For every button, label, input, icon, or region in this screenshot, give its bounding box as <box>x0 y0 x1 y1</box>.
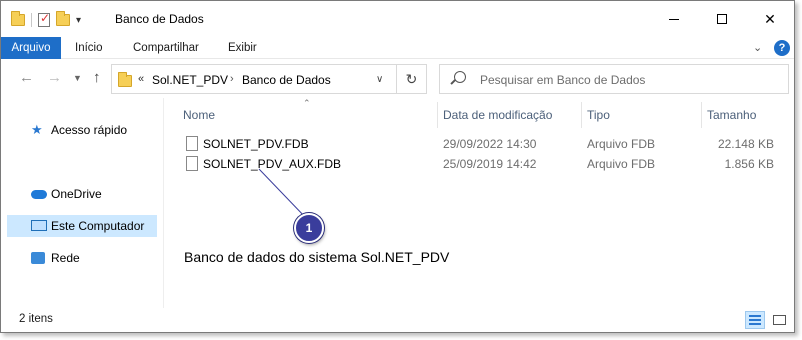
breadcrumb-overflow[interactable]: « <box>138 73 144 85</box>
quick-access-toolbar: ▾ <box>11 11 81 29</box>
column-divider[interactable] <box>437 102 438 128</box>
large-icons-view-icon <box>773 315 786 325</box>
large-icons-view-button[interactable] <box>769 311 789 329</box>
file-name: SOLNET_PDV.FDB <box>203 137 309 151</box>
column-divider[interactable] <box>701 102 702 128</box>
file-size: 22.148 KB <box>717 137 774 151</box>
expand-ribbon-chevron-icon[interactable]: ⌄ <box>753 41 762 54</box>
tab-inicio[interactable]: Início <box>75 37 103 59</box>
annotation-caption: Banco de dados do sistema Sol.NET_PDV <box>184 249 450 265</box>
sidebar-item-este-computador[interactable]: Este Computador <box>7 215 157 237</box>
sidebar-item-onedrive[interactable]: OneDrive <box>7 183 157 205</box>
network-icon <box>31 252 45 264</box>
navigation-row: ← → ▼ ↑ « Sol.NET_PDV › Banco de Dados ∨… <box>1 60 794 98</box>
column-header-name[interactable]: Nome <box>183 102 215 128</box>
toolbar-divider <box>31 13 32 27</box>
star-icon: ★ <box>31 122 43 137</box>
new-folder-icon[interactable] <box>56 11 70 26</box>
sidebar-item-label: Acesso rápido <box>51 123 128 137</box>
close-icon: ✕ <box>764 10 776 27</box>
column-header-type[interactable]: Tipo <box>587 102 610 128</box>
computer-icon <box>31 220 47 231</box>
sort-ascending-icon: ⌃ <box>303 98 311 108</box>
details-view-icon <box>749 315 761 317</box>
up-arrow-icon[interactable]: ↑ <box>93 69 101 86</box>
back-arrow-icon[interactable]: ← <box>19 69 34 86</box>
item-count: 2 itens <box>19 313 53 325</box>
file-row[interactable]: SOLNET_PDV_AUX.FDB 25/09/2019 14:42 Arqu… <box>165 153 794 175</box>
column-divider[interactable] <box>581 102 582 128</box>
tab-compartilhar[interactable]: Compartilhar <box>133 37 199 59</box>
file-type: Arquivo FDB <box>587 137 656 151</box>
sidebar-item-acesso-rapido[interactable]: ★ Acesso rápido <box>7 119 157 141</box>
folder-icon <box>11 11 25 26</box>
search-icon <box>454 71 466 83</box>
search-input[interactable]: Pesquisar em Banco de Dados <box>439 64 789 94</box>
address-bar[interactable]: « Sol.NET_PDV › Banco de Dados ∨ <box>111 64 397 94</box>
details-view-icon <box>749 323 761 325</box>
sidebar-item-label: OneDrive <box>51 187 102 201</box>
file-icon <box>186 136 198 151</box>
properties-icon[interactable] <box>38 11 50 27</box>
refresh-button[interactable]: ↻ <box>397 64 427 94</box>
sidebar-item-label: Rede <box>51 251 80 265</box>
details-view-button[interactable] <box>745 311 765 329</box>
tab-arquivo[interactable]: Arquivo <box>1 37 61 59</box>
help-icon[interactable]: ? <box>774 40 790 56</box>
breadcrumb-sol-net-pdv[interactable]: Sol.NET_PDV <box>152 73 228 87</box>
minimize-icon <box>669 18 679 20</box>
breadcrumb-separator-icon[interactable]: › <box>230 73 234 85</box>
file-date: 29/09/2022 14:30 <box>443 137 537 151</box>
column-header-size[interactable]: Tamanho <box>707 102 756 128</box>
status-bar: 2 itens <box>1 309 794 332</box>
ribbon: Arquivo Início Compartilhar Exibir ⌄ ? <box>1 37 794 59</box>
details-view-icon <box>749 319 761 321</box>
maximize-button[interactable] <box>699 1 745 37</box>
title-bar: ▾ Banco de Dados ✕ <box>1 1 794 37</box>
refresh-icon: ↻ <box>405 71 418 87</box>
minimize-button[interactable] <box>651 1 697 37</box>
close-button[interactable]: ✕ <box>747 1 793 37</box>
customize-toolbar-chevron-icon[interactable]: ▾ <box>76 15 81 26</box>
tab-exibir[interactable]: Exibir <box>228 37 257 59</box>
cloud-icon <box>31 190 47 199</box>
search-placeholder: Pesquisar em Banco de Dados <box>480 73 646 87</box>
folder-icon <box>118 72 132 87</box>
file-type: Arquivo FDB <box>587 157 656 171</box>
forward-arrow-icon[interactable]: → <box>47 69 62 86</box>
file-icon <box>186 156 198 171</box>
recent-locations-chevron-icon[interactable]: ▼ <box>73 73 82 83</box>
explorer-window: ▾ Banco de Dados ✕ Arquivo Início Compar… <box>0 0 795 333</box>
navigation-pane: ★ Acesso rápido OneDrive Este Computador… <box>1 98 164 308</box>
file-date: 25/09/2019 14:42 <box>443 157 537 171</box>
file-size: 1.856 KB <box>724 157 774 171</box>
file-name: SOLNET_PDV_AUX.FDB <box>203 157 342 171</box>
column-header-date[interactable]: Data de modificação <box>443 102 552 128</box>
window-title: Banco de Dados <box>115 12 204 26</box>
sidebar-item-label: Este Computador <box>51 219 145 233</box>
maximize-icon <box>717 14 727 24</box>
address-history-chevron-icon[interactable]: ∨ <box>376 74 383 85</box>
file-row[interactable]: SOLNET_PDV.FDB 29/09/2022 14:30 Arquivo … <box>165 133 794 155</box>
file-list: ⌃ Nome Data de modificação Tipo Tamanho … <box>165 98 794 308</box>
sidebar-item-rede[interactable]: Rede <box>7 247 157 269</box>
breadcrumb-banco-de-dados[interactable]: Banco de Dados <box>242 73 331 87</box>
callout-number-badge: 1 <box>294 213 324 243</box>
